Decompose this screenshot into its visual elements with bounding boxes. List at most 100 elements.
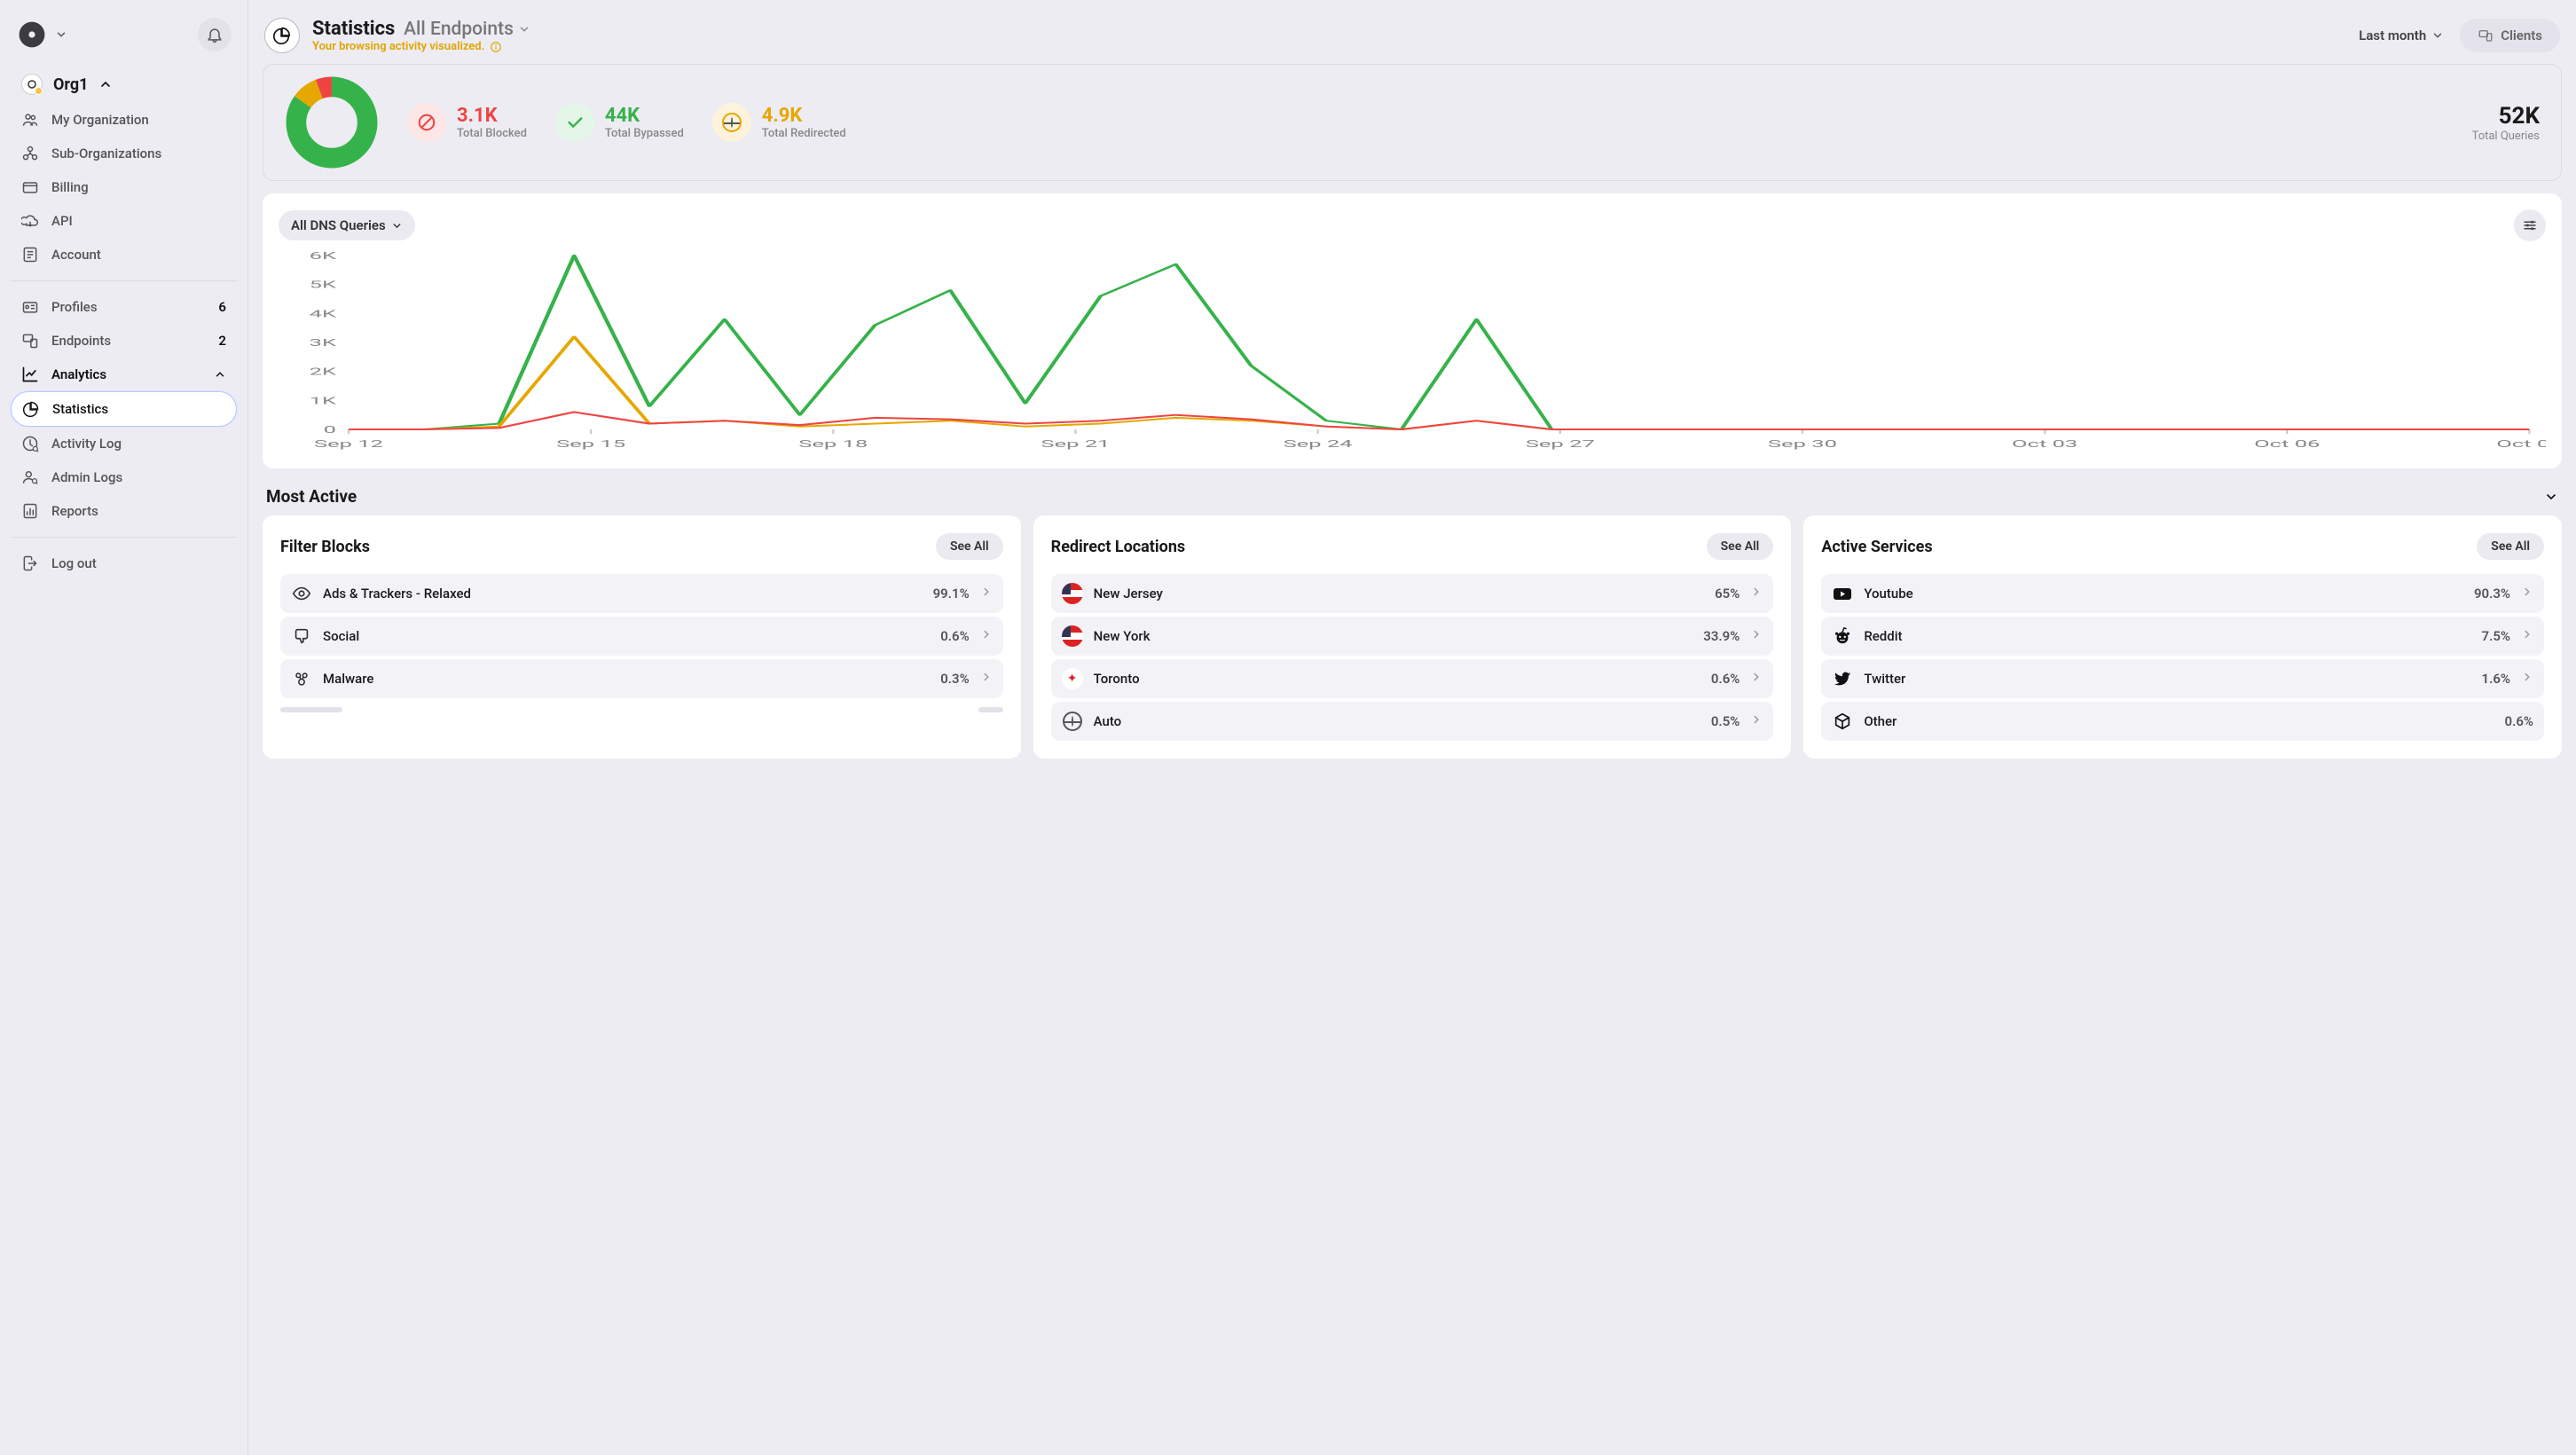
logo[interactable] — [16, 19, 67, 51]
svg-text:Sep 21: Sep 21 — [1041, 438, 1110, 450]
item-percent: 99.1% — [933, 586, 970, 602]
stat-blocked: 3.1KTotal Blocked — [407, 103, 527, 142]
sidebar-item-label: Statistics — [52, 401, 225, 417]
list-item[interactable]: Youtube90.3% — [1821, 574, 2544, 613]
stat-redirected: 4.9KTotal Redirected — [712, 103, 846, 142]
sidebar-item-statistics[interactable]: Statistics — [11, 391, 237, 427]
chevron-right-icon — [1750, 628, 1763, 644]
reports-icon — [21, 502, 39, 520]
svg-text:3K: 3K — [310, 337, 337, 349]
chevron-right-icon — [980, 671, 993, 687]
svg-text:Sep 30: Sep 30 — [1768, 438, 1837, 450]
item-percent: 0.6% — [1711, 671, 1740, 687]
chevron-right-icon — [980, 586, 993, 602]
stat-total: 52K Total Queries — [2472, 103, 2540, 143]
billing-icon — [21, 178, 39, 196]
see-all-button[interactable]: See All — [1707, 533, 1774, 560]
item-name: Youtube — [1864, 586, 2463, 602]
sidebar-item-label: Reports — [51, 503, 226, 519]
list-item[interactable]: New Jersey 65% — [1051, 574, 1774, 613]
stats-icon — [22, 400, 40, 418]
block-icon — [417, 113, 436, 132]
list-item[interactable]: Reddit7.5% — [1821, 617, 2544, 656]
most-active-card: Filter Blocks See All Ads & Trackers - Rel… — [263, 515, 1021, 759]
sidebar-item-activity-log[interactable]: Activity Log — [11, 427, 237, 460]
svg-text:4K: 4K — [310, 308, 337, 319]
list-item[interactable]: Ads & Trackers - Relaxed99.1% — [280, 574, 1003, 613]
count-badge: 2 — [218, 333, 226, 349]
sidebar-item-endpoints[interactable]: Endpoints 2 — [11, 324, 237, 358]
sidebar-item-label: Endpoints — [51, 333, 206, 349]
page-caption: Your browsing activity visualized. — [312, 40, 530, 53]
page-header: Statistics All Endpoints Your browsing a… — [263, 14, 2562, 64]
logout-icon — [21, 554, 39, 572]
org-icon — [21, 111, 39, 129]
notifications-button[interactable] — [198, 18, 232, 51]
card-title: Active Services — [1821, 538, 1932, 556]
item-name: Social — [323, 628, 930, 644]
sidebar-item-logout[interactable]: Log out — [11, 547, 237, 580]
see-all-button[interactable]: See All — [936, 533, 1003, 560]
list-item[interactable]: Social0.6% — [280, 617, 1003, 656]
globe-icon — [1062, 711, 1083, 732]
svg-text:Oct 06: Oct 06 — [2254, 438, 2320, 450]
item-name: Toronto — [1094, 671, 1700, 687]
most-active-card: Active Services See All Youtube90.3% Reddit… — [1803, 515, 2562, 759]
list-item[interactable]: ✦Toronto0.6% — [1051, 659, 1774, 698]
svg-text:Oct 09: Oct 09 — [2496, 438, 2546, 450]
most-active-header[interactable]: Most Active — [266, 486, 2558, 507]
activity-icon — [21, 435, 39, 452]
card-title: Filter Blocks — [280, 538, 370, 556]
item-percent: 65% — [1715, 586, 1740, 602]
sidebar: Org1 My Organization Sub-Organizations Bil… — [0, 0, 248, 1455]
sidebar-item-my-organization[interactable]: My Organization — [11, 103, 237, 137]
chevron-right-icon — [2521, 628, 2533, 644]
info-icon[interactable] — [490, 41, 502, 53]
item-percent: 7.5% — [2482, 628, 2510, 644]
scope-selector[interactable]: All Endpoints — [404, 19, 530, 40]
item-percent: 33.9% — [1703, 628, 1740, 644]
line-chart: 01K2K3K4K5K6KSep 12Sep 15Sep 18Sep 21Sep… — [279, 248, 2546, 452]
svg-text:Sep 12: Sep 12 — [314, 438, 383, 450]
count-badge: 6 — [218, 299, 226, 315]
item-name: New Jersey — [1094, 586, 1704, 602]
list-item[interactable]: Other0.6% — [1821, 702, 2544, 741]
summary-bar: 3.1KTotal Blocked 44KTotal Bypassed 4.9K… — [263, 64, 2562, 181]
list-item[interactable]: New York33.9% — [1051, 617, 1774, 656]
sidebar-item-profiles[interactable]: Profiles 6 — [11, 290, 237, 324]
chevron-up-icon — [98, 77, 113, 91]
list-item[interactable]: Auto0.5% — [1051, 702, 1774, 741]
org-selector[interactable]: Org1 — [11, 66, 237, 103]
sidebar-item-label: Sub-Organizations — [51, 146, 226, 161]
time-range-selector[interactable]: Last month — [2359, 28, 2444, 43]
sidebar-item-account[interactable]: Account — [11, 238, 237, 271]
sidebar-item-billing[interactable]: Billing — [11, 170, 237, 204]
sidebar-item-analytics[interactable]: Analytics — [11, 358, 237, 391]
svg-text:2K: 2K — [310, 366, 337, 378]
sidebar-item-api[interactable]: API — [11, 204, 237, 238]
list-item[interactable]: Twitter1.6% — [1821, 659, 2544, 698]
sidebar-item-admin-logs[interactable]: Admin Logs — [11, 460, 237, 494]
stat-bypassed: 44KTotal Bypassed — [555, 103, 684, 142]
chevron-right-icon — [1750, 713, 1763, 729]
donut-chart — [285, 75, 379, 169]
see-all-button[interactable]: See All — [2477, 533, 2544, 560]
chart-settings-button[interactable] — [2514, 209, 2546, 241]
chevron-down-icon — [55, 28, 67, 41]
chart-filter-chip[interactable]: All DNS Queries — [279, 210, 415, 240]
devices-icon — [2478, 28, 2494, 43]
chevron-right-icon — [2521, 671, 2533, 687]
clients-button[interactable]: Clients — [2460, 19, 2560, 52]
chevron-right-icon — [1750, 671, 1763, 687]
sidebar-item-reports[interactable]: Reports — [11, 494, 237, 528]
youtube-icon — [1832, 583, 1853, 604]
reddit-icon — [1832, 625, 1853, 647]
chevron-right-icon — [980, 628, 993, 644]
item-name: Malware — [323, 671, 930, 687]
list-item[interactable]: Malware0.3% — [280, 659, 1003, 698]
sidebar-item-label: Profiles — [51, 299, 206, 315]
item-percent: 1.6% — [2482, 671, 2510, 687]
eye-icon — [291, 583, 312, 604]
chevron-right-icon — [1750, 586, 1763, 602]
sidebar-item-sub-organizations[interactable]: Sub-Organizations — [11, 137, 237, 170]
